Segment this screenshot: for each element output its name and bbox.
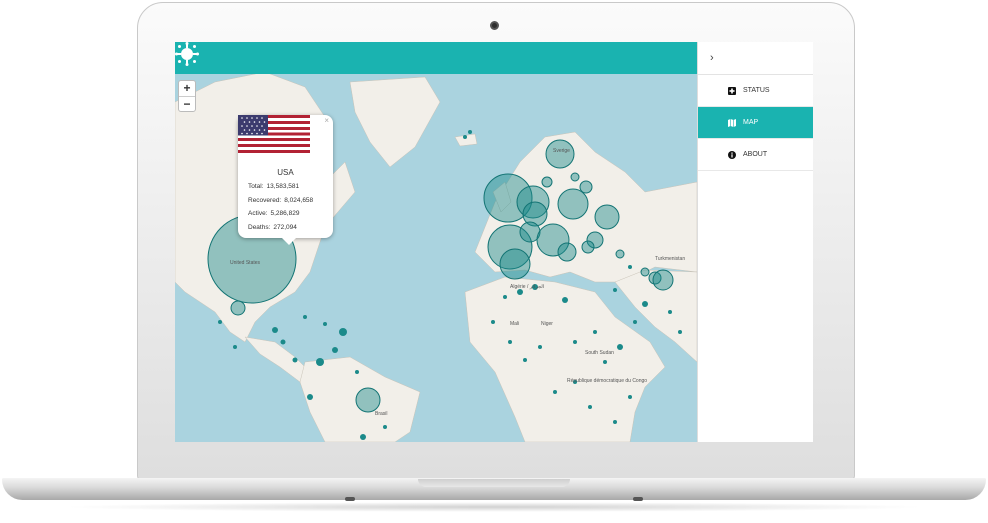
virus-icon[interactable] xyxy=(175,42,199,66)
usa-flag-icon xyxy=(238,115,310,153)
world-map[interactable]: United States Sverige Algérie / الجزائر … xyxy=(175,42,697,442)
nav-item-label: ABOUT xyxy=(743,151,768,158)
plus-square-icon xyxy=(728,86,736,95)
recovered-label: Recovered: xyxy=(248,197,282,204)
laptop-notch xyxy=(418,479,570,487)
deaths-label: Deaths: xyxy=(248,224,271,231)
active-value: 5,286,829 xyxy=(270,210,300,217)
country-popup: × USA Total: 13,583,581 Recovered: 8,024… xyxy=(238,115,333,245)
total-label: Total: xyxy=(248,183,264,190)
popup-total: Total: 13,583,581 xyxy=(248,183,299,190)
nav-item-label: MAP xyxy=(743,119,759,126)
recovered-value: 8,024,658 xyxy=(284,197,314,204)
label-south-sudan: South Sudan xyxy=(585,350,614,356)
map-canvas[interactable]: United States Sverige Algérie / الجزائر … xyxy=(175,42,697,442)
popup-close-button[interactable]: × xyxy=(324,116,329,125)
label-sverige: Sverige xyxy=(553,148,570,154)
laptop-shadow xyxy=(60,502,928,512)
active-label: Active: xyxy=(248,210,268,217)
sidebar-toggle-button[interactable]: › xyxy=(698,42,813,75)
app-header-bar xyxy=(175,42,697,74)
label-turkmenistan: Turkmenistan xyxy=(655,256,685,262)
camera-icon xyxy=(490,21,499,30)
laptop-foot xyxy=(633,497,643,501)
laptop-foot xyxy=(345,497,355,501)
sidebar-nav: › STATUS MAP ABOUT xyxy=(697,42,813,442)
zoom-out-button[interactable]: − xyxy=(179,97,195,112)
total-value: 13,583,581 xyxy=(266,183,300,190)
zoom-in-button[interactable]: + xyxy=(179,81,195,97)
popup-recovered: Recovered: 8,024,658 xyxy=(248,197,313,204)
app-screen: United States Sverige Algérie / الجزائر … xyxy=(175,42,813,442)
nav-item-map[interactable]: MAP xyxy=(698,107,813,139)
popup-country-name: USA xyxy=(277,168,294,177)
label-united-states: United States xyxy=(230,260,261,266)
label-brasil: Brasil xyxy=(375,411,388,417)
label-algerie: Algérie / الجزائر xyxy=(510,284,544,290)
label-mali: Mali xyxy=(510,321,519,327)
zoom-control: + − xyxy=(178,80,196,112)
label-rep-congo: République démocratique du Congo xyxy=(567,378,647,384)
deaths-value: 272,094 xyxy=(273,224,297,231)
map-icon xyxy=(728,118,736,127)
label-niger: Niger xyxy=(541,321,553,327)
nav-item-label: STATUS xyxy=(743,87,770,94)
info-icon xyxy=(728,150,736,159)
popup-active: Active: 5,286,829 xyxy=(248,210,299,217)
popup-deaths: Deaths: 272,094 xyxy=(248,224,297,231)
nav-item-status[interactable]: STATUS xyxy=(698,75,813,107)
nav-item-about[interactable]: ABOUT xyxy=(698,139,813,171)
